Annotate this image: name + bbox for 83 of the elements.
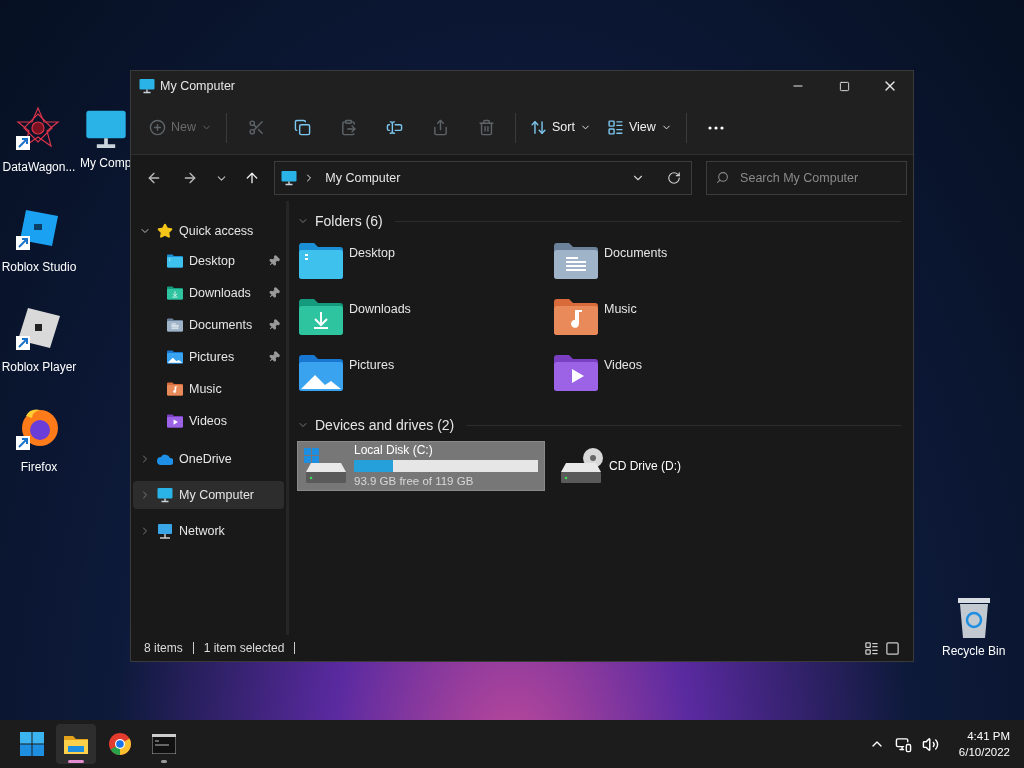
pictures-folder-icon — [299, 355, 343, 391]
pictures-folder-icon — [167, 349, 183, 365]
nav-item[interactable]: Desktop — [133, 245, 284, 277]
clipboard-icon — [339, 119, 357, 136]
taskbar-app-button[interactable] — [56, 724, 96, 764]
folder-item[interactable]: Downloads — [297, 293, 552, 349]
section-heading: Folders (6) — [315, 211, 383, 231]
address-bar[interactable]: My Computer — [274, 161, 693, 195]
documents-folder-icon — [554, 243, 598, 279]
list-view-icon — [606, 119, 624, 136]
sort-icon — [530, 119, 547, 136]
rename-icon — [385, 119, 403, 136]
section-heading: Devices and drives (2) — [315, 415, 455, 435]
volume-icon[interactable] — [921, 735, 939, 753]
drive-free-space: 93.9 GB free of 119 GB — [354, 474, 475, 490]
cd-drive-icon — [559, 448, 603, 484]
recycle-bin-icon — [955, 598, 992, 638]
folder-icon — [64, 734, 88, 754]
scissors-icon — [247, 119, 265, 136]
folder-item[interactable]: Videos — [552, 349, 807, 405]
desktop-icon-label[interactable]: Roblox Studio — [1, 258, 77, 276]
drive-name: CD Drive (D:) — [609, 458, 682, 475]
window-title: My Computer — [160, 77, 236, 95]
running-indicator — [161, 760, 167, 763]
item-count: 8 items — [144, 640, 183, 657]
star-icon — [157, 223, 173, 239]
maximize-icon — [838, 80, 850, 92]
desktop-folder-icon — [167, 253, 183, 269]
view-button[interactable]: View — [598, 111, 680, 144]
copy-icon — [293, 119, 311, 136]
drive-tile[interactable]: CD Drive (D:) — [552, 441, 800, 491]
desktop-icon-label[interactable]: Recycle Bin — [942, 642, 1006, 660]
clock-time[interactable]: 4:41 PM — [967, 728, 1010, 744]
documents-folder-icon — [167, 317, 183, 333]
windows-logo-icon — [20, 732, 44, 756]
folder-item[interactable]: Desktop — [297, 237, 552, 293]
videos-folder-icon — [167, 413, 183, 429]
share-icon — [431, 119, 449, 136]
drive-tile[interactable]: Local Disk (C:) 93.9 GB free of 119 GB — [297, 441, 545, 491]
nav-item[interactable]: Documents — [133, 309, 284, 341]
network-icon — [157, 523, 173, 539]
details-view-icon[interactable] — [864, 640, 879, 656]
plus-icon — [149, 119, 166, 136]
desktop-folder-icon — [299, 243, 343, 279]
refresh-icon[interactable] — [667, 171, 682, 185]
cloud-icon — [157, 453, 173, 465]
search-icon — [716, 171, 730, 184]
folder-item[interactable]: Documents — [552, 237, 807, 293]
folder-item[interactable]: Pictures — [297, 349, 552, 405]
sort-button[interactable]: Sort — [522, 111, 599, 144]
music-folder-icon — [167, 381, 183, 397]
desktop-icon-label[interactable]: Firefox — [20, 458, 58, 476]
downloads-folder-icon — [167, 285, 183, 301]
address-path: My Computer — [325, 169, 401, 187]
nav-item[interactable]: Music — [133, 373, 284, 405]
browser-icon — [108, 732, 132, 756]
trash-icon — [477, 119, 495, 136]
desktop-icon-label[interactable]: DataWagon... — [2, 158, 76, 176]
terminal-icon — [152, 734, 176, 754]
folder-item[interactable]: Music — [552, 293, 807, 349]
nav-item[interactable]: Quick access — [133, 217, 284, 245]
tiles-view-icon[interactable] — [885, 640, 900, 656]
nav-item[interactable]: Pictures — [133, 341, 284, 373]
monitor-icon — [157, 487, 173, 503]
nav-item[interactable]: OneDrive — [133, 445, 284, 473]
monitor-icon — [281, 170, 298, 186]
nav-item[interactable]: Network — [133, 517, 284, 545]
downloads-folder-icon — [299, 299, 343, 335]
monitor-icon — [139, 78, 155, 94]
videos-folder-icon — [554, 355, 598, 391]
nav-item[interactable]: Downloads — [133, 277, 284, 309]
nav-item[interactable]: Videos — [133, 405, 284, 437]
selection-count: 1 item selected — [203, 640, 285, 657]
drive-name: Local Disk (C:) — [354, 442, 434, 460]
hard-drive-icon — [304, 448, 348, 484]
music-folder-icon — [554, 299, 598, 335]
clock-date[interactable]: 6/10/2022 — [958, 744, 1010, 760]
nav-item[interactable]: My Computer — [133, 481, 284, 509]
search-field[interactable]: Search My Computer — [706, 161, 907, 195]
desktop-icon-label[interactable]: Roblox Player — [1, 358, 77, 376]
network-icon[interactable] — [894, 735, 912, 753]
more-icon — [707, 125, 724, 130]
running-indicator — [68, 760, 84, 763]
